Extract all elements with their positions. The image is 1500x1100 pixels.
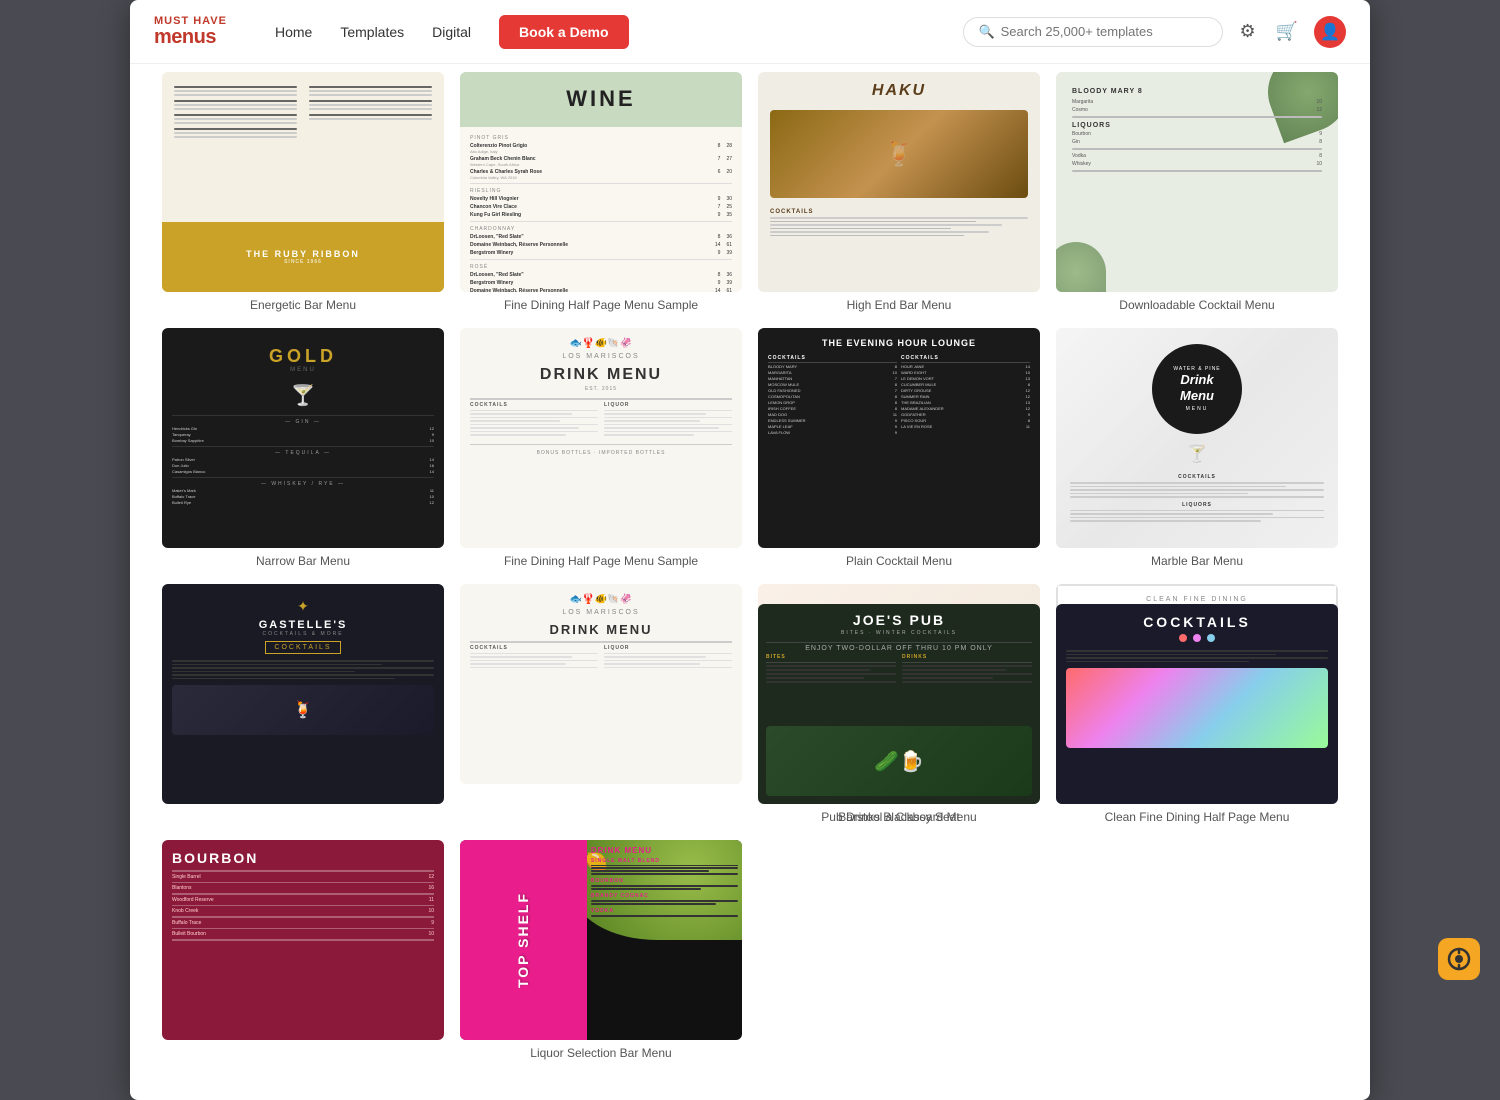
template-thumb-bourbon: BOURBON Single Barrel12 Blantons16 Woodf… — [162, 840, 444, 1040]
template-label-8: Marble Bar Menu — [1056, 554, 1338, 568]
template-thumb-1: THE RUBY RIBBON SINCE 1966 — [162, 72, 444, 292]
nav-home[interactable]: Home — [275, 24, 312, 40]
template-thumb-topshelf: 🍋 TOP SHELF DRINK MENU Single Malt Blend — [460, 840, 742, 1040]
template-card-evening-lounge[interactable]: THE EVENING HOUR LOUNGE COCKTAILS BLOODY… — [758, 328, 1040, 568]
logo-menus: menus — [154, 27, 227, 47]
template-card-narrow-bar[interactable]: GOLD MENU 🍸 — GIN — Hendricks Gin12 Tanq… — [162, 328, 444, 568]
template-card-mariscos2[interactable]: 🐟🦞🐠🐚🦑 LOS MARISCOS DRINK MENU COCKTAILS — [460, 584, 742, 824]
template-label-6: Fine Dining Half Page Menu Sample — [460, 554, 742, 568]
template-label-4: Downloadable Cocktail Menu — [1056, 298, 1338, 312]
app-icon[interactable] — [1438, 938, 1480, 980]
template-thumb-9: ✦ GASTELLE'S COCKTAILS & MORE COCKTAILS — [162, 584, 444, 804]
template-card-joes-pub[interactable]: JOE'S PUB BITES · WINTER COCKTAILS ENJOY… — [758, 604, 1040, 1060]
template-label-joes: Pub Drinks Blackboard Menu — [758, 810, 1040, 824]
search-bar[interactable]: 🔍 — [963, 17, 1223, 47]
header-right: 🔍 ⚙ 🛒 👤 — [963, 16, 1346, 48]
template-thumb-2: WINE PINOT GRIS Colterenzio Pinot Grigio… — [460, 72, 742, 292]
template-thumb-7: THE EVENING HOUR LOUNGE COCKTAILS BLOODY… — [758, 328, 1040, 548]
nav-digital[interactable]: Digital — [432, 24, 471, 40]
template-card-gastelles[interactable]: ✦ GASTELLE'S COCKTAILS & MORE COCKTAILS — [162, 584, 444, 824]
template-thumb-8: Water & Pine DrinkMenu MENU 🍸 Cocktails — [1056, 328, 1338, 548]
template-card-topshelf[interactable]: 🍋 TOP SHELF DRINK MENU Single Malt Blend — [460, 840, 742, 1060]
template-card-energetic-bar[interactable]: THE RUBY RIBBON SINCE 1966 Energetic Bar… — [162, 72, 444, 312]
template-thumb-6: 🐟🦞🐠🐚🦑 LOS MARISCOS DRINK MENU EST. 2015 … — [460, 328, 742, 548]
template-thumb-joes: JOE'S PUB BITES · WINTER COCKTAILS ENJOY… — [758, 604, 1040, 804]
template-thumb-4: BLOODY MARY 8 Margarita10 Cosmo12 LIQUOR… — [1056, 72, 1338, 292]
template-label-2: Fine Dining Half Page Menu Sample — [460, 298, 742, 312]
settings-button[interactable]: ⚙ — [1235, 17, 1259, 46]
book-demo-button[interactable]: Book a Demo — [499, 15, 628, 49]
header: MUST HAVE menus Home Templates Digital B… — [130, 0, 1370, 64]
template-label-3: High End Bar Menu — [758, 298, 1040, 312]
template-thumb-3: HAKU 🍹 Cocktails — [758, 72, 1040, 292]
logo[interactable]: MUST HAVE menus — [154, 16, 227, 47]
template-label-7: Plain Cocktail Menu — [758, 554, 1040, 568]
template-thumb-5: GOLD MENU 🍸 — GIN — Hendricks Gin12 Tanq… — [162, 328, 444, 548]
search-icon: 🔍 — [978, 24, 994, 40]
cart-button[interactable]: 🛒 — [1272, 17, 1302, 46]
nav: Home Templates Digital Book a Demo — [275, 15, 629, 49]
user-avatar-button[interactable]: 👤 — [1314, 16, 1346, 48]
search-input[interactable] — [1001, 24, 1209, 39]
template-label-1: Energetic Bar Menu — [162, 298, 444, 312]
template-card-wine[interactable]: WINE PINOT GRIS Colterenzio Pinot Grigio… — [460, 72, 742, 312]
template-thumb-colorful: COCKTAILS — [1056, 604, 1338, 804]
template-card-bourbon[interactable]: BOURBON Single Barrel12 Blantons16 Woodf… — [162, 840, 444, 1076]
template-label-5: Narrow Bar Menu — [162, 554, 444, 568]
template-label-topshelf: Liquor Selection Bar Menu — [460, 1046, 742, 1060]
template-card-marble-bar[interactable]: Water & Pine DrinkMenu MENU 🍸 Cocktails — [1056, 328, 1338, 568]
template-card-downloadable-cocktail[interactable]: BLOODY MARY 8 Margarita10 Cosmo12 LIQUOR… — [1056, 72, 1338, 312]
template-thumb-10: 🐟🦞🐠🐚🦑 LOS MARISCOS DRINK MENU COCKTAILS — [460, 584, 742, 784]
template-card-mariscos[interactable]: 🐟🦞🐠🐚🦑 LOS MARISCOS DRINK MENU EST. 2015 … — [460, 328, 742, 568]
template-card-colorful[interactable]: COCKTAILS — [1056, 604, 1338, 1060]
template-card-haku[interactable]: HAKU 🍹 Cocktails High End Bar — [758, 72, 1040, 312]
nav-templates[interactable]: Templates — [340, 24, 404, 40]
